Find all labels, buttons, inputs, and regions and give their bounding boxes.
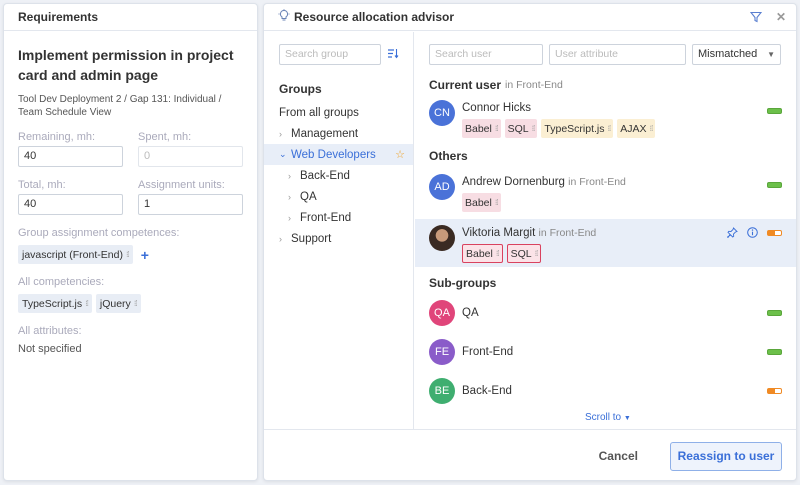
workload-bar <box>767 108 782 114</box>
lightbulb-icon <box>278 9 290 25</box>
avatar: BE <box>429 378 455 404</box>
subgroup-name: Back-End <box>462 385 512 397</box>
cancel-button[interactable]: Cancel <box>599 449 638 463</box>
avatar: CN <box>429 100 455 126</box>
requirements-panel: Requirements Implement permission in pro… <box>3 3 258 481</box>
chevron-right-icon[interactable]: › <box>288 192 300 202</box>
tree-item-back-end[interactable]: › Back-End <box>264 165 413 186</box>
sort-icon[interactable] <box>387 48 399 62</box>
filter-icon[interactable] <box>749 11 762 23</box>
competence-tag: Babel ⁝⁞ <box>462 193 501 212</box>
mismatch-select[interactable]: Mismatched ▼ <box>692 44 781 65</box>
advisor-panel: Resource allocation advisor ✕ Search gro… <box>263 3 797 481</box>
subgroup-name: Front-End <box>462 346 514 358</box>
all-comp-label: All competencies: <box>18 276 105 288</box>
info-icon[interactable] <box>747 227 758 241</box>
workload-bar <box>767 230 782 236</box>
competence-tag: Babel ⁝⁞ <box>462 119 501 138</box>
remaining-input[interactable]: 40 <box>18 146 123 167</box>
tree-item-all-groups[interactable]: From all groups <box>264 102 413 123</box>
task-title: Implement permission in project card and… <box>18 47 234 83</box>
groups-pane: Search group Groups From all groups › Ma… <box>264 32 414 429</box>
search-group-input[interactable]: Search group <box>279 44 381 65</box>
avatar: AD <box>429 174 455 200</box>
competence-tag: SQL ⁝⁞ <box>506 244 542 263</box>
chevron-right-icon[interactable]: › <box>288 171 300 181</box>
tree-item-web-developers[interactable]: ⌄ Web Developers ☆ <box>264 144 413 165</box>
tree-item-qa[interactable]: › QA <box>264 186 413 207</box>
chevron-right-icon[interactable]: › <box>288 213 300 223</box>
others-heading: Others <box>429 149 468 163</box>
workload-bar <box>767 310 782 316</box>
pin-icon[interactable] <box>726 227 738 241</box>
level-icon: ⁝⁞ <box>85 299 89 308</box>
close-icon[interactable]: ✕ <box>776 10 786 24</box>
star-icon[interactable]: ☆ <box>395 148 405 161</box>
competence-chip[interactable]: javascript (Front-End) ⁝⁞ <box>18 245 133 264</box>
reassign-button[interactable]: Reassign to user <box>670 441 782 471</box>
advisor-footer: Cancel Reassign to user <box>264 429 796 480</box>
attributes-label: All attributes: <box>18 325 82 337</box>
scroll-to-link[interactable]: Scroll to ▼ <box>585 412 631 423</box>
competence-tag: Babel ⁝⁞ <box>462 244 503 263</box>
tree-item-management[interactable]: › Management <box>264 123 413 144</box>
competence-tag: AJAX ⁝⁞ <box>617 119 656 138</box>
units-label: Assignment units: <box>138 179 225 191</box>
user-name: Connor Hicks <box>462 102 532 114</box>
caret-down-icon: ▼ <box>623 415 631 422</box>
groups-tree: From all groups › Management ⌄ Web Devel… <box>264 102 413 249</box>
chevron-down-icon: ▼ <box>767 50 775 59</box>
units-input[interactable]: 1 <box>138 194 243 215</box>
avatar <box>429 225 455 251</box>
requirements-header: Requirements <box>4 4 257 31</box>
group-comp-label: Group assignment competences: <box>18 227 180 239</box>
remaining-label: Remaining, mh: <box>18 131 96 143</box>
workload-bar <box>767 182 782 188</box>
competence-tag: TypeScript.js ⁝⁞ <box>541 119 614 138</box>
total-label: Total, mh: <box>18 179 66 191</box>
subgroup-row-qa[interactable]: QA QA <box>415 300 796 326</box>
groups-title: Groups <box>279 82 322 96</box>
subgroup-name: QA <box>462 307 479 319</box>
user-name: Viktoria Margit in Front-End <box>462 227 597 239</box>
workload-bar <box>767 388 782 394</box>
subgroup-row-back-end[interactable]: BE Back-End <box>415 378 796 404</box>
attributes-value: Not specified <box>18 343 82 355</box>
spent-input: 0 <box>138 146 243 167</box>
avatar: FE <box>429 339 455 365</box>
competence-tag: SQL ⁝⁞ <box>504 119 538 138</box>
avatar: QA <box>429 300 455 326</box>
user-name: Andrew Dornenburg in Front-End <box>462 176 626 188</box>
subgroups-heading: Sub-groups <box>429 276 497 290</box>
user-row-andrew[interactable]: AD Andrew Dornenburg in Front-End Babel ⁝… <box>415 174 796 216</box>
current-user-heading: Current user in Front-End <box>429 78 563 92</box>
user-row-viktoria[interactable]: Viktoria Margit in Front-End Babel ⁝⁞ SQL… <box>415 219 796 267</box>
users-pane: Search user User attribute Mismatched ▼ … <box>415 32 796 429</box>
level-icon: ⁝⁞ <box>125 250 130 259</box>
competence-chip[interactable]: TypeScript.js ⁝⁞ <box>18 294 92 313</box>
chevron-right-icon[interactable]: › <box>279 129 291 139</box>
chevron-down-icon[interactable]: ⌄ <box>279 149 291 160</box>
user-attribute-input[interactable]: User attribute <box>549 44 686 65</box>
competence-chip[interactable]: jQuery ⁝⁞ <box>95 294 141 313</box>
add-icon[interactable]: + <box>141 247 149 263</box>
spent-label: Spent, mh: <box>138 131 192 143</box>
advisor-title: Resource allocation advisor <box>294 10 455 24</box>
workload-bar <box>767 349 782 355</box>
level-icon: ⁝⁞ <box>133 299 138 308</box>
tree-item-support[interactable]: › Support <box>264 228 413 249</box>
search-user-input[interactable]: Search user <box>429 44 543 65</box>
tree-item-front-end[interactable]: › Front-End <box>264 207 413 228</box>
user-row-connor[interactable]: CN Connor Hicks Babel ⁝⁞ SQL ⁝⁞ TypeScript… <box>415 100 796 140</box>
subgroup-row-front-end[interactable]: FE Front-End <box>415 339 796 365</box>
task-path: Tool Dev Deployment 2 / Gap 131: Individ… <box>18 94 222 118</box>
chevron-right-icon[interactable]: › <box>279 234 291 244</box>
total-input[interactable]: 40 <box>18 194 123 215</box>
